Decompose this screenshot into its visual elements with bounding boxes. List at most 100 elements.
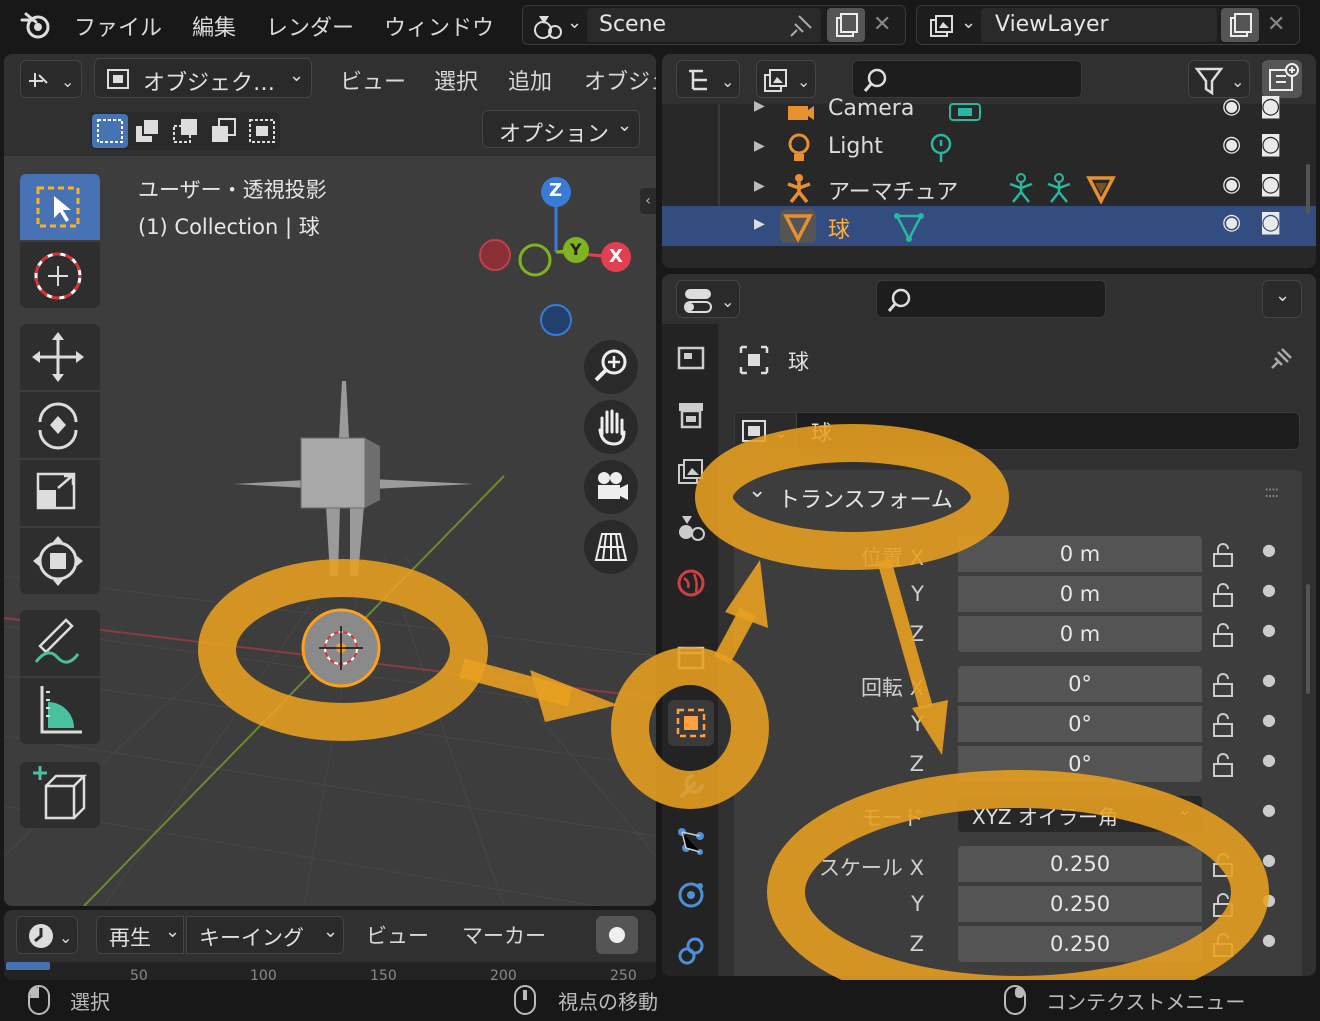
tool-transform[interactable] (20, 528, 100, 594)
lock-icon[interactable] (1208, 890, 1238, 920)
expand-arrow-icon[interactable]: ▶ (754, 98, 765, 114)
properties-search-input[interactable] (876, 280, 1106, 318)
lock-icon[interactable] (1208, 620, 1238, 650)
physics-tab-icon[interactable] (676, 880, 706, 910)
expand-arrow-icon[interactable]: ▶ (754, 216, 765, 232)
scene-tab-icon[interactable] (676, 512, 706, 542)
zoom-button[interactable] (584, 340, 638, 394)
visibility-eye-icon[interactable]: ◉ (1222, 210, 1241, 235)
select-invert-icon[interactable] (206, 114, 242, 148)
location-x-field[interactable]: 0 m (958, 536, 1202, 572)
tool-select-box[interactable] (20, 174, 100, 240)
lock-icon[interactable] (1208, 850, 1238, 880)
outliner-row-light[interactable]: ▶ Light ◉ ◙ (662, 128, 1316, 168)
pan-button[interactable] (584, 400, 638, 454)
keyframe-dot-icon[interactable]: ● (1262, 670, 1276, 689)
outliner-row-armature[interactable]: ▶ アーマチュア ◉ ◙ (662, 168, 1316, 208)
render-camera-icon[interactable]: ◙ (1260, 210, 1281, 235)
keyframe-dot-icon[interactable]: ● (1262, 540, 1276, 559)
properties-options-button[interactable]: ⌄ (1262, 280, 1302, 318)
keyframe-dot-icon[interactable]: ● (1262, 800, 1276, 819)
select-new-icon[interactable] (92, 114, 128, 148)
tool-add-cube[interactable] (20, 762, 100, 828)
menu-edit[interactable]: 編集 (192, 10, 236, 42)
keyframe-dot-icon[interactable]: ● (1262, 750, 1276, 769)
visibility-eye-icon[interactable]: ◉ (1222, 94, 1241, 119)
select-intersect-icon[interactable] (244, 114, 280, 148)
pin-icon[interactable] (1266, 344, 1296, 374)
constraints-tab-icon[interactable] (676, 936, 706, 966)
tool-tab-icon[interactable] (676, 342, 706, 372)
editor-type-button[interactable]: ⌄ (20, 60, 82, 98)
menu-window[interactable]: ウィンドウ (384, 10, 494, 42)
lock-icon[interactable] (1208, 670, 1238, 700)
timeline-editor-type-button[interactable]: ⌄ (16, 916, 78, 954)
menu-file[interactable]: ファイル (74, 10, 162, 42)
timeline-menu-view[interactable]: ビュー (366, 920, 429, 950)
keyframe-dot-icon[interactable]: ● (1262, 620, 1276, 639)
outliner-scrollbar[interactable] (1306, 164, 1310, 214)
camera-view-button[interactable] (584, 460, 638, 514)
collection-tab-icon[interactable] (676, 642, 706, 672)
render-camera-icon[interactable]: ◙ (1260, 172, 1281, 197)
keyframe-dot-icon[interactable]: ● (1262, 580, 1276, 599)
sidebar-toggle-icon[interactable]: ‹ (640, 188, 656, 214)
lock-icon[interactable] (1208, 580, 1238, 610)
tool-annotate[interactable] (20, 610, 100, 676)
options-dropdown[interactable]: オプション ⌄ (482, 110, 640, 148)
scale-x-field[interactable]: 0.250 (958, 846, 1202, 882)
keyframe-dot-icon[interactable]: ● (1262, 930, 1276, 949)
lock-icon[interactable] (1208, 710, 1238, 740)
perspective-toggle-button[interactable] (584, 520, 638, 574)
visibility-eye-icon[interactable]: ◉ (1222, 132, 1241, 157)
lock-icon[interactable] (1208, 930, 1238, 960)
record-button[interactable] (596, 916, 638, 954)
timeline-scrubber[interactable]: 50 100 150 200 250 (4, 962, 656, 980)
keyframe-dot-icon[interactable]: ● (1262, 710, 1276, 729)
drag-handle-icon[interactable]: :::: (1264, 482, 1280, 501)
select-subtract-icon[interactable] (168, 114, 204, 148)
viewport-menu-view[interactable]: ビュー (340, 64, 406, 96)
location-y-field[interactable]: 0 m (958, 576, 1202, 612)
render-tab-icon[interactable] (676, 400, 706, 430)
object-name-field[interactable]: ⌄ 球 (734, 412, 1300, 450)
particles-tab-icon[interactable] (676, 826, 706, 856)
rotation-mode-dropdown[interactable]: XYZ オイラー角 ⌄ (958, 796, 1202, 832)
viewport-menu-select[interactable]: 選択 (434, 64, 478, 96)
object-data-type-button[interactable]: ⌄ (735, 413, 797, 449)
tool-move[interactable] (20, 324, 100, 390)
viewport-3d[interactable]: ⌄ オブジェク… ⌄ ビュー 選択 追加 オブジェ オプション ⌄ (4, 54, 656, 906)
mode-selector[interactable]: オブジェク… ⌄ (94, 58, 312, 98)
object-tab[interactable] (668, 700, 714, 746)
keyframe-dot-icon[interactable]: ● (1262, 890, 1276, 909)
lock-icon[interactable] (1208, 540, 1238, 570)
playhead[interactable] (6, 962, 50, 970)
rotation-z-field[interactable]: 0° (958, 746, 1202, 782)
timeline-menu-marker[interactable]: マーカー (462, 920, 546, 950)
lock-icon[interactable] (1208, 750, 1238, 780)
pin-icon[interactable] (789, 12, 815, 38)
scene-selector[interactable]: ⌄ Scene ✕ (522, 5, 906, 45)
outliner-row-sphere[interactable]: ▶ 球 ◉ ◙ (662, 206, 1316, 246)
rotation-x-field[interactable]: 0° (958, 666, 1202, 702)
modifier-tab-icon[interactable] (676, 770, 706, 800)
scale-z-field[interactable]: 0.250 (958, 926, 1202, 962)
viewport-menu-add[interactable]: 追加 (508, 64, 552, 96)
tool-scale[interactable] (20, 460, 100, 526)
expand-arrow-icon[interactable]: ▶ (754, 178, 765, 194)
menu-render[interactable]: レンダー (266, 10, 354, 42)
playback-menu[interactable]: 再生 ⌄ (96, 916, 184, 954)
keyframe-dot-icon[interactable]: ● (1262, 850, 1276, 869)
tool-cursor[interactable] (20, 242, 100, 308)
scene-name-field[interactable]: Scene (587, 8, 821, 42)
tool-measure[interactable] (20, 678, 100, 744)
keying-menu[interactable]: キーイング ⌄ (186, 916, 344, 954)
select-extend-icon[interactable] (130, 114, 166, 148)
outliner-item-camera[interactable]: ▶ Camera ◉ ◙ (662, 90, 1316, 130)
location-z-field[interactable]: 0 m (958, 616, 1202, 652)
new-scene-button[interactable] (827, 8, 865, 42)
new-viewlayer-button[interactable] (1221, 8, 1259, 42)
render-camera-icon[interactable]: ◙ (1260, 132, 1281, 157)
tool-rotate[interactable] (20, 392, 100, 458)
viewlayer-selector[interactable]: ⌄ ViewLayer ✕ (916, 5, 1300, 45)
